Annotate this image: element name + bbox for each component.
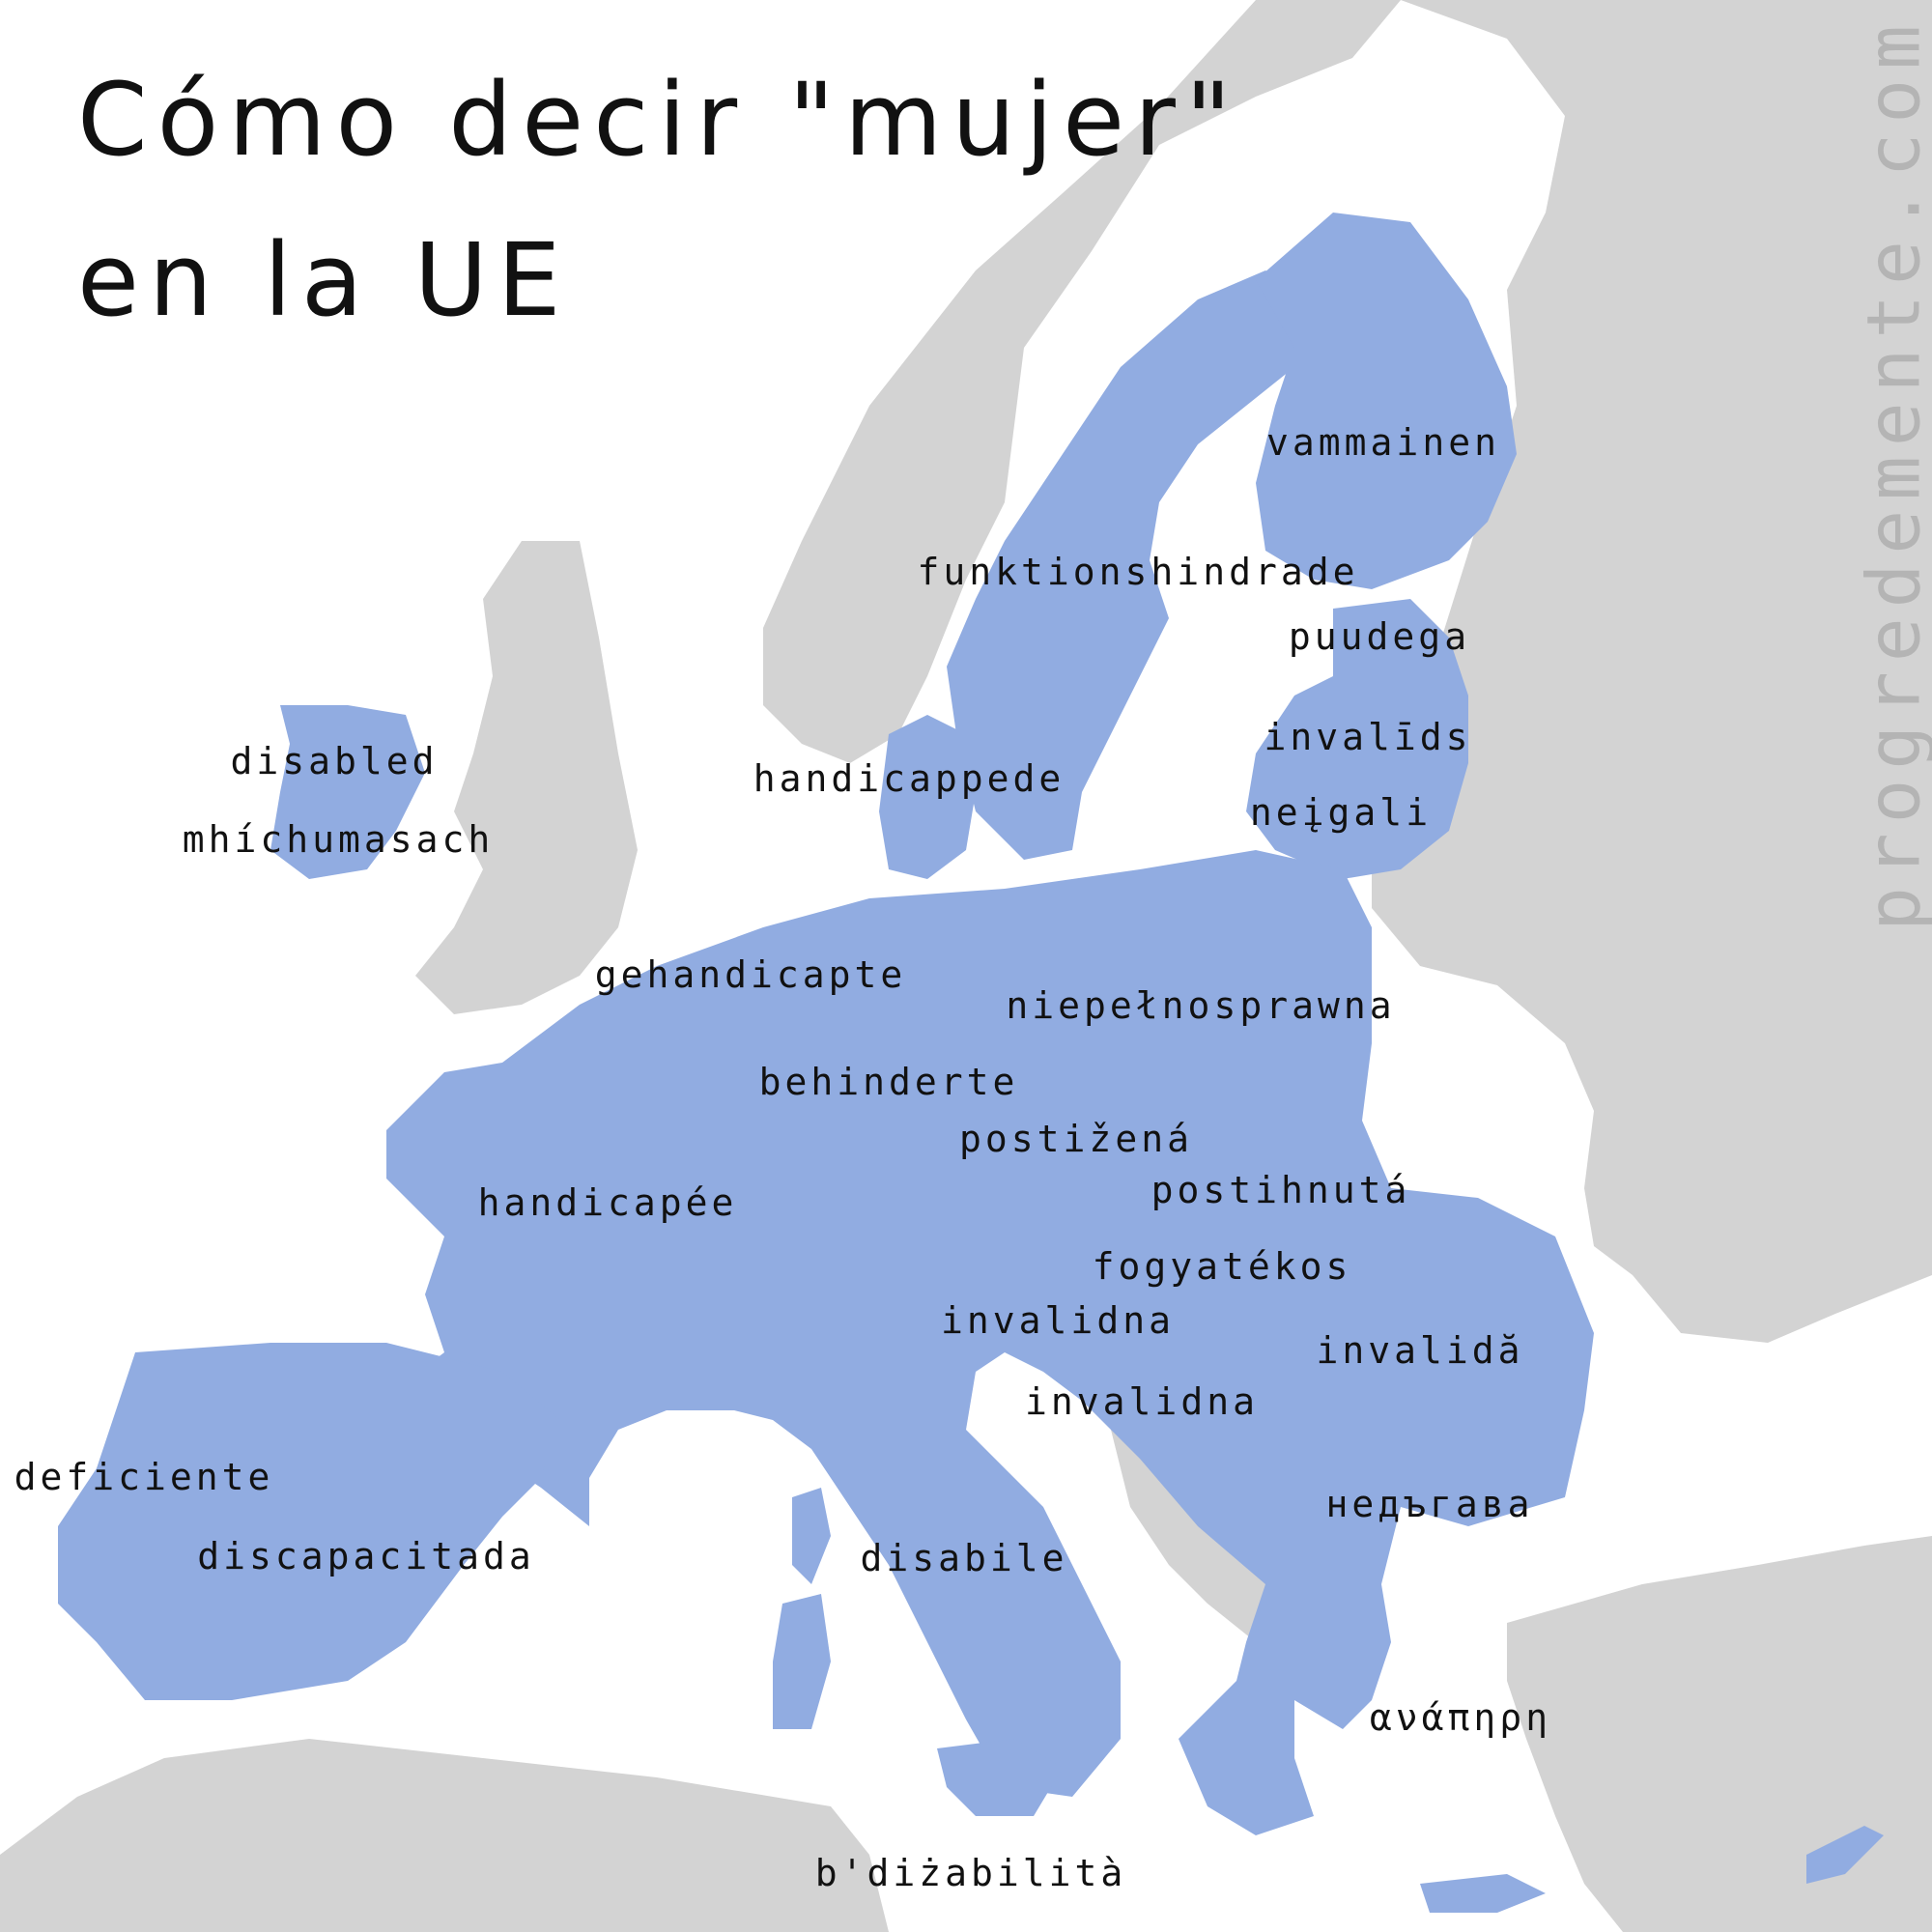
label-portugal: deficiente: [14, 1456, 274, 1498]
label-slovakia: postihnutá: [1151, 1169, 1411, 1211]
label-malta: b'diżabilità: [814, 1852, 1127, 1894]
corsica-land: [792, 1488, 831, 1584]
label-romania: invalidă: [1316, 1329, 1524, 1372]
label-netherlands: gehandicapte: [594, 953, 907, 996]
turkey-land: [1507, 1536, 1932, 1932]
map-title-line-2: en la UE: [77, 221, 571, 339]
label-slovenia: invalidna: [941, 1299, 1175, 1342]
label-lithuania: neįgali: [1249, 791, 1433, 834]
label-denmark: handicappede: [753, 757, 1065, 800]
great-britain-land: [415, 541, 638, 1014]
label-ireland-english: disabled: [230, 740, 439, 782]
label-hungary: fogyatékos: [1092, 1245, 1352, 1288]
label-croatia: invalidna: [1025, 1380, 1259, 1423]
label-germany: behinderte: [758, 1061, 1019, 1103]
label-bulgaria: недъгава: [1325, 1483, 1534, 1525]
label-italy: disabile: [860, 1537, 1068, 1579]
sardinia-land: [773, 1594, 831, 1729]
label-finland: vammainen: [1266, 421, 1500, 464]
north-africa-land: [0, 1739, 889, 1932]
crete-land: [1420, 1874, 1546, 1913]
label-france: handicapée: [477, 1181, 738, 1224]
label-sweden: funktionshindrade: [917, 551, 1359, 593]
label-estonia: puudega: [1288, 615, 1471, 658]
label-ireland-irish: mhíchumasach: [182, 818, 495, 861]
label-greece: ανάπηρη: [1369, 1696, 1552, 1739]
label-poland: niepełnosprawna: [1006, 984, 1396, 1027]
label-spain: discapacitada: [197, 1535, 535, 1577]
watermark: progredemente.com: [1850, 15, 1932, 931]
label-czechia: postižená: [959, 1118, 1193, 1160]
label-latvia: invalīds: [1264, 716, 1472, 758]
map-title-line-1: Cómo decir "mujer": [77, 61, 1241, 179]
iberia-land: [58, 1343, 560, 1700]
